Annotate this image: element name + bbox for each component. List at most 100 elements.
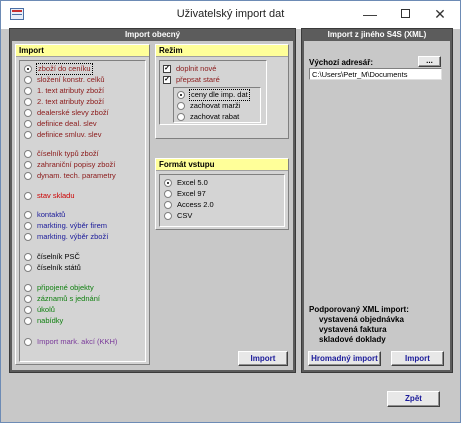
import-option-radio[interactable] [24,222,32,230]
import-option-label: definice deal. slev [37,119,97,128]
import-option-label: dealerské slevy zboží [37,108,109,117]
radio-format-excel97-dot[interactable] [164,190,172,198]
import-option-radio[interactable] [24,317,32,325]
import-option-radio[interactable] [24,295,32,303]
import-option-radio[interactable] [24,192,32,200]
import-option-radio[interactable] [24,87,32,95]
general-import-panel: Import obecný Import zboží do ceníku slož… [9,28,296,373]
import-option[interactable]: markting. výběr firem [24,221,142,231]
import-option[interactable]: číselník typů zboží [24,149,142,159]
source-dir-field[interactable]: C:\Users\Petr_M\Documents [309,68,442,80]
format-group: Formát vstupu Excel 5.0 Excel 97 Access … [155,158,289,230]
import-option-radio[interactable] [24,98,32,106]
import-option[interactable]: 1. text atributy zboží [24,86,142,96]
radio-keep-discount[interactable]: zachovat rabat [177,112,259,122]
import-group-title: Import [16,45,149,57]
import-option-radio[interactable] [24,131,32,139]
import-option[interactable]: markting. výběr zboží [24,232,142,242]
import-option-radio[interactable] [24,109,32,117]
xml-import-body: Výchozí adresář: ... C:\Users\Petr_M\Doc… [304,41,450,370]
import-option-label: zboží do ceníku [36,63,93,75]
import-option-radio[interactable] [24,306,32,314]
xml-import-header: Import z jiného S4S (XML) [327,30,427,39]
supported-item-stock-docs: skladové doklady [319,335,386,344]
import-option[interactable]: kontaktů [24,210,142,220]
format-group-title: Formát vstupu [156,159,288,171]
import-option-label: číselník států [37,263,81,272]
radio-keep-discount-dot[interactable] [177,113,185,121]
radio-format-access-dot[interactable] [164,201,172,209]
import-option[interactable]: úkolů [24,305,142,315]
radio-format-access-label: Access 2.0 [177,200,214,209]
import-option[interactable]: připojené objekty [24,283,142,293]
bulk-import-button[interactable]: Hromadný import [308,351,381,366]
back-button[interactable]: Zpět [387,391,440,407]
radio-format-access[interactable]: Access 2.0 [164,200,274,210]
import-option[interactable]: složení konstr. celků [24,75,142,85]
import-option[interactable]: nabídky [24,316,142,326]
radio-format-csv[interactable]: CSV [164,211,274,221]
maximize-button[interactable] [388,1,422,29]
import-option-radio[interactable] [24,120,32,128]
general-import-button[interactable]: Import [238,351,288,366]
import-window: Uživatelský import dat — ✕ Import obecný… [0,0,461,423]
minimize-button[interactable]: — [353,1,387,29]
import-option-radio[interactable] [24,65,32,73]
import-option-radio[interactable] [24,233,32,241]
radio-keep-margin-dot[interactable] [177,102,185,110]
mode-group: Režim ✓ doplnit nové ✓ přepsat staré cen… [155,44,289,139]
radio-keep-discount-label: zachovat rabat [190,112,240,121]
import-option[interactable]: zboží do ceníku [24,63,142,75]
radio-format-excel5-dot[interactable] [164,179,172,187]
import-option-radio[interactable] [24,211,32,219]
checkbox-add-new-box[interactable]: ✓ [163,65,171,73]
import-option-radio[interactable] [24,150,32,158]
import-option-radio[interactable] [24,161,32,169]
import-option-radio[interactable] [24,76,32,84]
supported-xml-title: Podporovaný XML import: [309,305,409,314]
import-option-radio[interactable] [24,264,32,272]
import-option[interactable]: dealerské slevy zboží [24,108,142,118]
import-option-radio[interactable] [24,172,32,180]
import-option[interactable]: Import mark. akcí (KKH) [24,337,142,347]
title-bar: Uživatelský import dat — ✕ [1,1,460,29]
radio-format-excel5[interactable]: Excel 5.0 [164,178,274,188]
import-option-label: definice smluv. slev [37,130,102,139]
import-option-label: zahraniční popisy zboží [37,160,116,169]
radio-format-excel97[interactable]: Excel 97 [164,189,274,199]
import-option-label: markting. výběr zboží [37,232,109,241]
radio-price-by-import[interactable]: ceny dle imp. dat [177,89,259,101]
radio-keep-margin[interactable]: zachovat marži [177,101,259,111]
supported-item-order: vystavená objednávka [319,315,404,324]
source-dir-label: Výchozí adresář: [309,58,374,67]
import-option[interactable]: číselník států [24,263,142,273]
import-option[interactable]: definice deal. slev [24,119,142,129]
import-option[interactable]: zahraniční popisy zboží [24,160,142,170]
import-option-radio[interactable] [24,284,32,292]
import-option-label: dynam. tech. parametry [37,171,116,180]
radio-keep-margin-label: zachovat marži [190,101,241,110]
import-group: Import zboží do ceníku složení konstr. ce… [15,44,150,365]
close-button[interactable]: ✕ [423,1,457,29]
import-option-label: 1. text atributy zboží [37,86,105,95]
checkbox-overwrite-old-box[interactable]: ✓ [163,76,171,84]
checkbox-overwrite-old[interactable]: ✓ přepsat staré [163,75,263,85]
import-option[interactable]: 2. text atributy zboží [24,97,142,107]
import-option[interactable]: stav skladu [24,191,142,201]
checkbox-add-new[interactable]: ✓ doplnit nové [163,64,263,74]
import-option-radio[interactable] [24,253,32,261]
import-option[interactable]: dynam. tech. parametry [24,171,142,181]
import-option-radio[interactable] [24,338,32,346]
import-option[interactable]: definice smluv. slev [24,130,142,140]
import-option-label: kontaktů [37,210,66,219]
xml-import-button[interactable]: Import [391,351,444,366]
import-option[interactable]: číselník PSČ [24,252,142,262]
import-option[interactable]: záznamů s jednání [24,294,142,304]
import-option-label: stav skladu [37,191,75,200]
checkbox-overwrite-old-label: přepsat staré [176,75,220,84]
back-button-label: Zpět [405,394,422,403]
radio-price-by-import-dot[interactable] [177,91,185,99]
import-option-label: číselník PSČ [37,252,80,261]
browse-button[interactable]: ... [418,56,441,67]
radio-format-csv-dot[interactable] [164,212,172,220]
